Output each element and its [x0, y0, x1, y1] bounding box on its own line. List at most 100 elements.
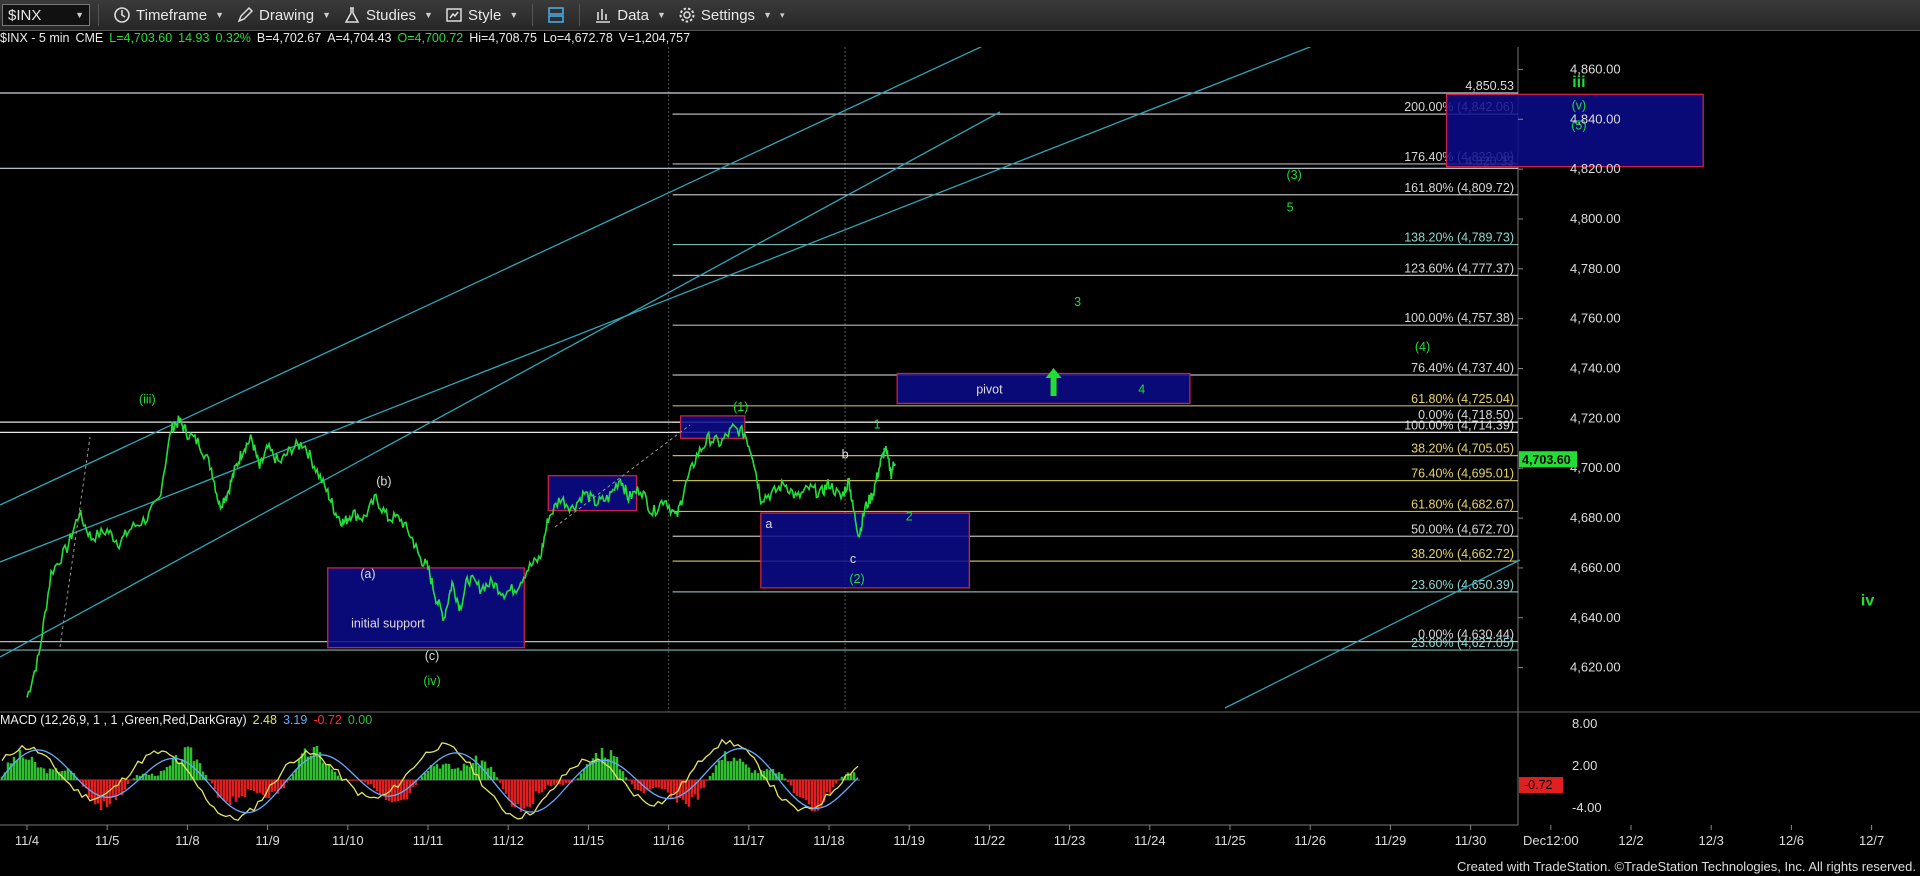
wave-label: 3: [1074, 295, 1081, 309]
high-price: Hi=4,708.75: [469, 31, 537, 45]
wave-label: (4): [1415, 340, 1430, 354]
fib-level-label: 161.80% (4,809.72): [1404, 181, 1514, 195]
date-axis[interactable]: 11/4 11/5 11/8 11/9 11/10 11/11 11/12 11/15 11/1…: [15, 825, 1884, 848]
studies-label: Studies: [366, 6, 417, 24]
date-tick-label: 11/18: [813, 833, 845, 848]
wave-label: b: [842, 447, 849, 461]
horizontal-level-label: 4,850.53: [1465, 79, 1514, 93]
date-tick-label: 11/17: [733, 833, 765, 848]
price-tick-label: 4,740.00: [1570, 361, 1621, 376]
date-tick-label: 11/10: [332, 833, 364, 848]
target-box: [547, 475, 638, 512]
date-tick-label: 11/11: [413, 833, 444, 848]
macd-panel: 8.00 2.00 -4.00 -0.72: [0, 716, 1602, 822]
wave-label: 1: [874, 417, 881, 431]
wave-label: (iii): [139, 392, 156, 406]
fib-level-label: 100.00% (4,714.39): [1404, 418, 1514, 432]
macd-axis-label: 2.00: [1572, 758, 1597, 773]
price-tick-label: 4,620.00: [1570, 660, 1621, 675]
wave-label: 2: [906, 510, 913, 524]
price-tick-label: 4,640.00: [1570, 610, 1621, 625]
fib-level-label: 38.20% (4,662.72): [1411, 547, 1514, 561]
symbol-interval: $INX - 5 min: [0, 31, 70, 45]
wave-label: 4: [1138, 382, 1145, 396]
settings-button[interactable]: Settings ▼ ▾: [672, 6, 791, 24]
chevron-down-icon: ▼: [322, 10, 331, 20]
layout-button[interactable]: [541, 6, 571, 24]
fib-level-label: 61.80% (4,725.04): [1411, 392, 1514, 406]
style-button[interactable]: Style ▼: [439, 6, 524, 24]
macd-title-text: MACD (12,26,9, 1 , 1 ,Green,Red,DarkGray…: [0, 713, 247, 727]
pct-change: 0.32%: [215, 31, 251, 45]
zero-line-value: 0.00: [347, 713, 373, 727]
target-box: [760, 512, 971, 589]
fib-level-label: 76.40% (4,737.40): [1411, 361, 1514, 375]
signal-line-value: 3.19: [282, 713, 308, 727]
price-tick-label: 4,860.00: [1570, 61, 1621, 76]
gear-icon: [679, 7, 695, 23]
price-tick-label: 4,700.00: [1570, 460, 1621, 475]
fib-levels: 200.00% (4,842.06)176.40% (4,822.08)161.…: [0, 79, 1518, 651]
wave-label: 5: [1287, 201, 1294, 215]
date-tick-label: 11/30: [1455, 833, 1487, 848]
trend-channel-line: [0, 47, 1312, 563]
price-tick-label: 4,660.00: [1570, 560, 1621, 575]
wave-label: (iv): [423, 674, 440, 688]
more-icon[interactable]: ▾: [780, 10, 785, 21]
date-tick-label: 12/7: [1859, 833, 1884, 848]
date-tick-label: 11/9: [255, 833, 279, 848]
timeframe-label: Timeframe: [136, 6, 208, 24]
signal-line: [1, 747, 859, 814]
toolbar: $INX ▼ Timeframe ▼ Drawing ▼ Studies ▼ S…: [0, 0, 1920, 31]
wave-label: (b): [376, 475, 391, 489]
macd-axis-label: 8.00: [1572, 716, 1597, 731]
price-chart[interactable]: 200.00% (4,842.06)176.40% (4,822.08)161.…: [0, 47, 1920, 876]
symbol-input[interactable]: $INX ▼: [2, 4, 90, 26]
wave-label: (2): [849, 572, 864, 586]
trend-channels: [0, 47, 1521, 709]
settings-label: Settings: [700, 6, 756, 24]
date-tick-label: 11/24: [1134, 833, 1166, 848]
clock-icon: [114, 7, 130, 23]
wave-label: (a): [360, 567, 375, 581]
date-tick-label: 11/29: [1375, 833, 1407, 848]
net-change: 14.93: [178, 31, 210, 45]
data-button[interactable]: Data ▼: [588, 6, 672, 24]
fib-level-label: 23.60% (4,650.39): [1411, 578, 1514, 592]
wave-label: (c): [425, 649, 440, 663]
ask-price: A=4,704.43: [327, 31, 392, 45]
panels-icon: [548, 7, 565, 23]
open-price: O=4,700.72: [397, 31, 464, 45]
style-label: Style: [467, 6, 502, 24]
date-tick-label: Dec12:00: [1523, 833, 1579, 848]
last-price: L=4,703.60: [109, 31, 173, 45]
bid-price: B=4,702.67: [256, 31, 322, 45]
price-tick-label: 4,840.00: [1570, 111, 1621, 126]
date-tick-label: 11/16: [653, 833, 685, 848]
drawing-button[interactable]: Drawing ▼: [230, 6, 337, 24]
macd-legend: MACD (12,26,9, 1 , 1 ,Green,Red,DarkGray…: [0, 713, 378, 727]
quote-info-bar: $INX - 5 min CME L=4,703.60 14.93 0.32% B=4,7…: [0, 31, 696, 47]
date-tick-label: 12/3: [1699, 833, 1724, 848]
fib-level-label: 123.60% (4,777.37): [1404, 261, 1514, 275]
target-box: [327, 567, 525, 649]
date-tick-label: 11/25: [1214, 833, 1246, 848]
bar-chart-icon: [596, 9, 611, 23]
style-icon: [446, 8, 462, 22]
wave-label: a: [765, 517, 772, 531]
fib-level-label: 61.80% (4,682.67): [1411, 497, 1514, 511]
wave-label: pivot: [976, 382, 1003, 396]
chevron-down-icon: ▼: [424, 10, 433, 20]
date-tick-label: 11/15: [573, 833, 605, 848]
date-tick-label: 11/12: [492, 833, 524, 848]
toolbar-divider: [98, 4, 99, 26]
wave-label: initial support: [351, 617, 425, 631]
date-tick-label: 12/6: [1779, 833, 1804, 848]
date-tick-label: 11/23: [1054, 833, 1086, 848]
copyright-footer: Created with TradeStation. ©TradeStation…: [1456, 859, 1916, 874]
studies-button[interactable]: Studies ▼: [337, 6, 439, 24]
timeframe-button[interactable]: Timeframe ▼: [107, 6, 230, 24]
trend-channel-line: [0, 47, 983, 506]
histogram-value: -0.72: [313, 713, 342, 727]
fib-level-label: 76.40% (4,695.01): [1411, 467, 1514, 481]
